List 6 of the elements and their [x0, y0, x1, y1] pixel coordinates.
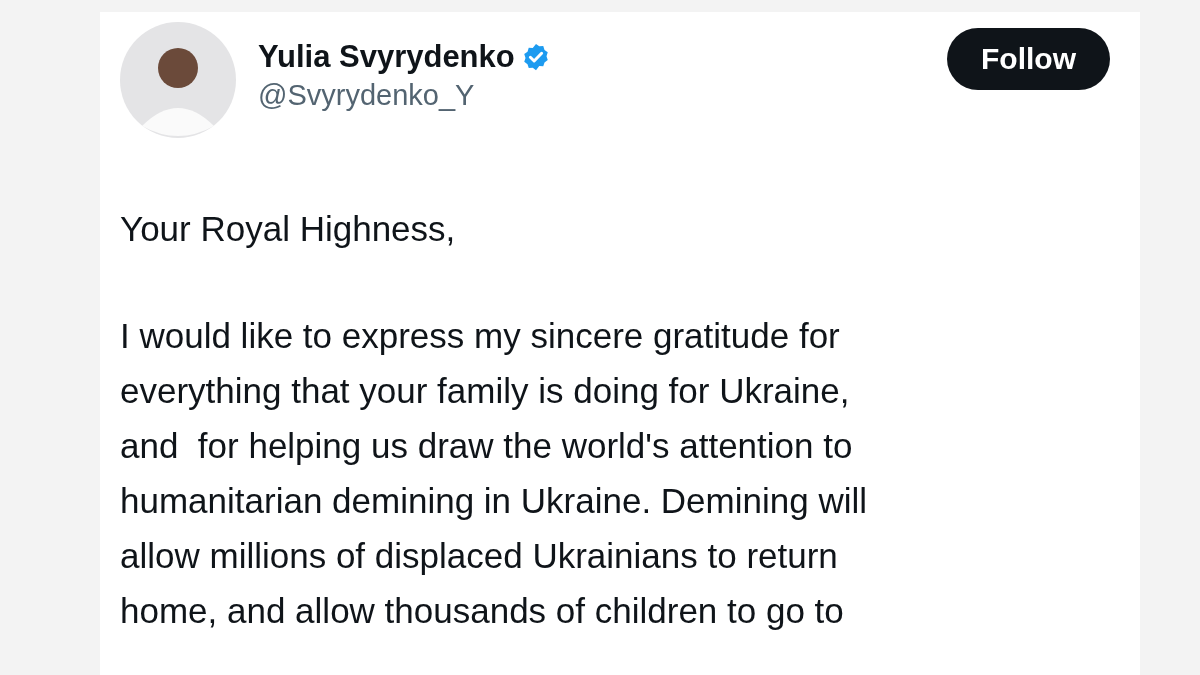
post-greeting: Your Royal Highness, — [120, 208, 457, 250]
follow-button[interactable]: Follow — [947, 28, 1110, 90]
post-text: I would like to express my sincere gratitude for everything that your family is doing for Ukraine, and for helping us draw the world's attention to humanitarian demining in Ukraine. Demining will allow millions of displaced Ukrainians to return home, and allow thousands of children to go to — [120, 315, 868, 632]
avatar[interactable] — [120, 22, 236, 138]
author-handle[interactable]: @Svyrydenko_Y — [258, 78, 947, 112]
author-name[interactable]: Yulia Svyrydenko — [258, 38, 515, 75]
